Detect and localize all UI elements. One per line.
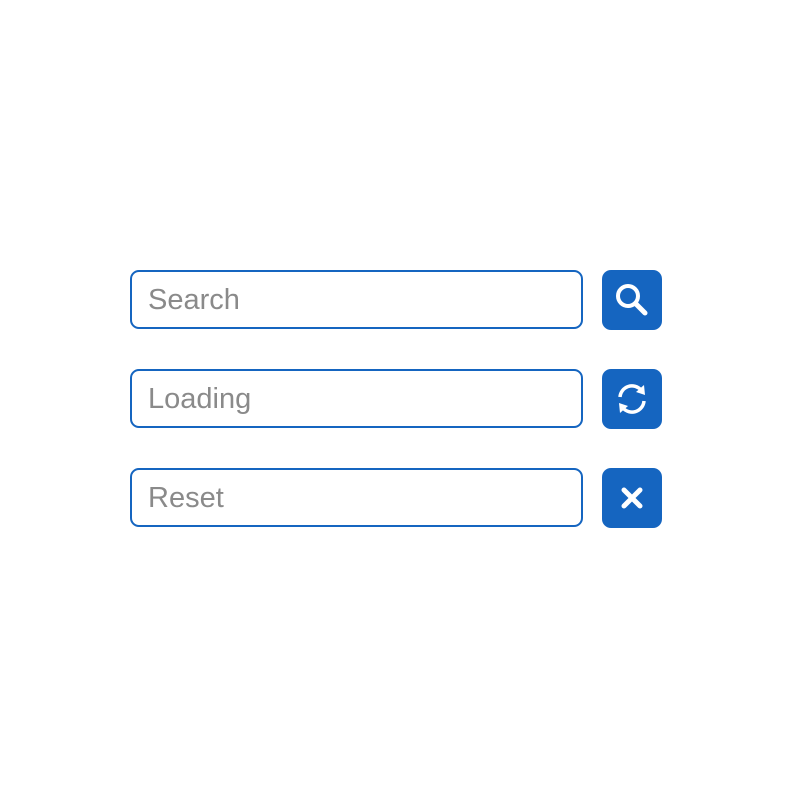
search-icon [612,280,652,320]
search-input[interactable]: Search [130,270,583,329]
reset-button[interactable] [602,468,662,528]
loading-input[interactable]: Loading [130,369,583,428]
search-row: Search [130,270,662,330]
refresh-button[interactable] [602,369,662,429]
reset-input[interactable]: Reset [130,468,583,527]
search-button[interactable] [602,270,662,330]
refresh-icon [612,379,652,419]
search-input-placeholder: Search [148,284,240,316]
search-bars-panel: Search Loading Reset [0,0,800,800]
loading-input-placeholder: Loading [148,383,252,415]
close-icon [612,478,652,518]
reset-row: Reset [130,468,662,528]
loading-row: Loading [130,369,662,429]
reset-input-placeholder: Reset [148,482,224,514]
